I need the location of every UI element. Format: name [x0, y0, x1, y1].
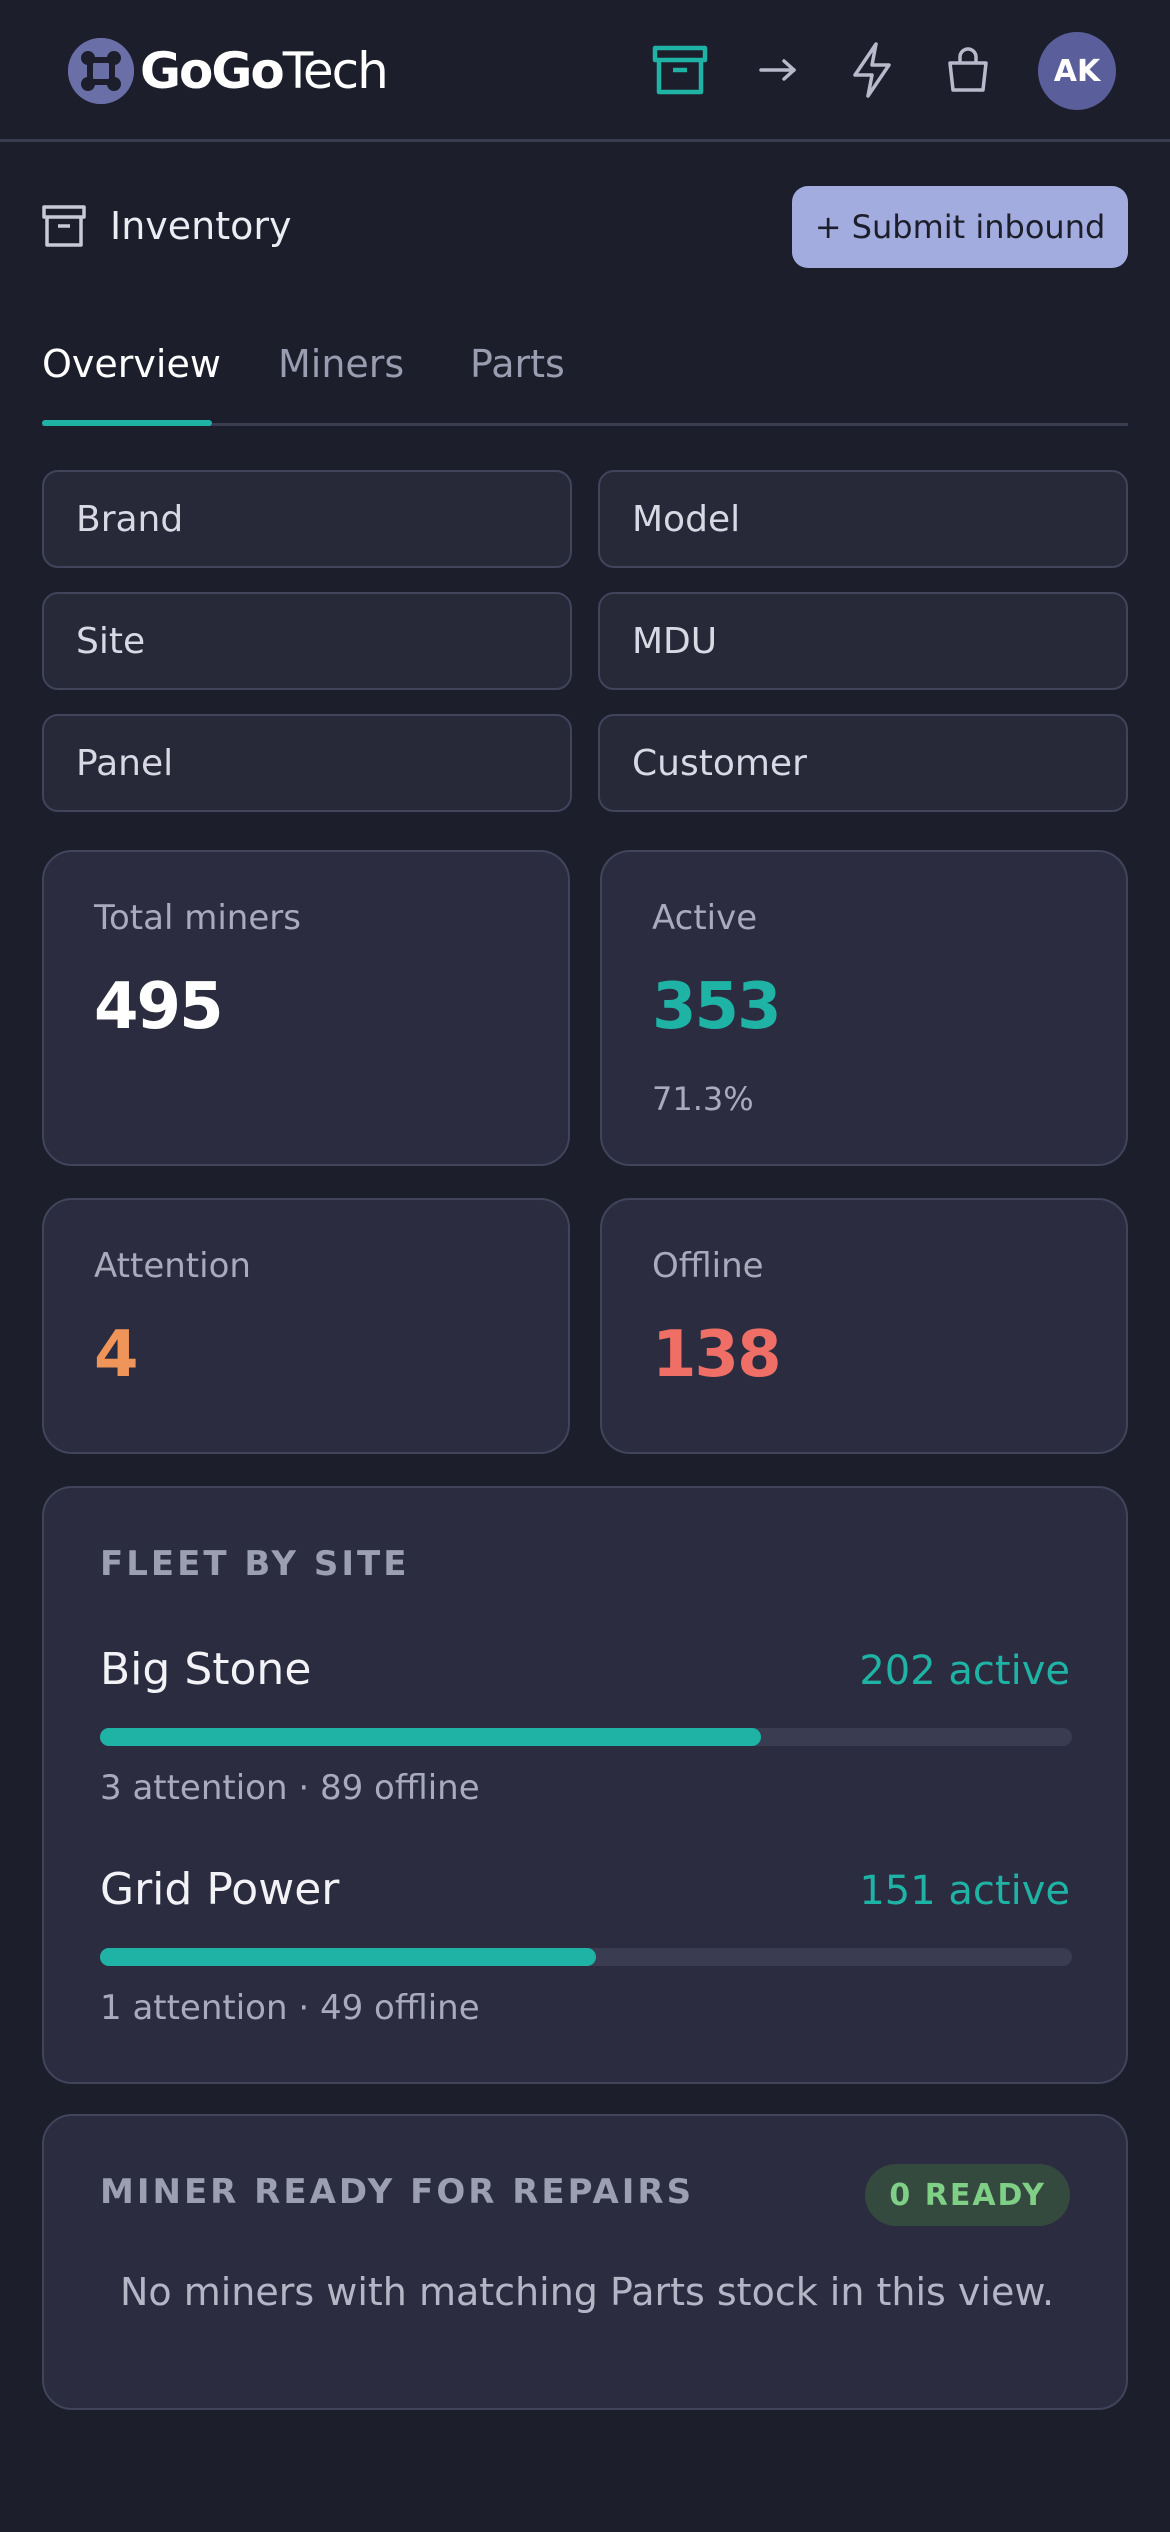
brand-name: GoGoTech: [140, 42, 389, 100]
site-name: Big Stone: [100, 1644, 312, 1695]
customer-filter[interactable]: Customer: [598, 714, 1128, 812]
site-status-summary: 1 attention · 49 offline: [100, 1988, 480, 2028]
empty-state-message: No miners with matching Parts stock in t…: [119, 2270, 1055, 2314]
stat-label: Active: [652, 898, 758, 938]
stat-label: Total miners: [94, 898, 301, 938]
top-navigation-bar: GoGoTech AK: [0, 0, 1170, 142]
site-progress-bar: [100, 1948, 1072, 1966]
stat-percentage: 71.3%: [652, 1080, 754, 1118]
archive-icon[interactable]: [650, 40, 710, 100]
ready-for-repairs-panel: MINER READY FOR REPAIRS 0 READY No miner…: [42, 2114, 1128, 2410]
fleet-logo-icon: [68, 38, 134, 104]
stat-value: 138: [652, 1318, 782, 1392]
brand-filter[interactable]: Brand: [42, 470, 572, 568]
site-active-count: 202 active: [859, 1648, 1070, 1694]
site-progress-bar: [100, 1728, 1072, 1746]
user-avatar[interactable]: AK: [1038, 32, 1116, 110]
offline-miners-card[interactable]: Offline 138: [600, 1198, 1128, 1454]
brand-logo[interactable]: GoGoTech: [68, 36, 389, 106]
archive-icon: [42, 204, 86, 248]
site-name: Grid Power: [100, 1864, 340, 1915]
page-title: Inventory: [110, 204, 292, 248]
attention-miners-card[interactable]: Attention 4: [42, 1198, 570, 1454]
active-miners-card[interactable]: Active 353 71.3%: [600, 850, 1128, 1166]
submit-inbound-button[interactable]: + Submit inbound: [792, 186, 1128, 268]
stat-label: Offline: [652, 1246, 764, 1286]
page-header: Inventory + Submit inbound: [42, 186, 1128, 268]
site-progress-fill: [100, 1948, 596, 1966]
shopping-bag-icon[interactable]: [938, 40, 998, 100]
tab-parts[interactable]: Parts: [470, 342, 565, 386]
stat-label: Attention: [94, 1246, 251, 1286]
tab-overview[interactable]: Overview: [42, 342, 221, 386]
stat-value: 495: [94, 970, 224, 1044]
tab-miners[interactable]: Miners: [278, 342, 404, 386]
lightning-icon[interactable]: [842, 40, 902, 100]
active-tab-indicator: [42, 420, 212, 426]
panel-filter[interactable]: Panel: [42, 714, 572, 812]
arrow-right-icon[interactable]: [748, 40, 808, 100]
site-filter[interactable]: Site: [42, 592, 572, 690]
panel-title: FLEET BY SITE: [100, 1544, 410, 1584]
total-miners-card[interactable]: Total miners 495: [42, 850, 570, 1166]
panel-title: MINER READY FOR REPAIRS: [100, 2172, 695, 2212]
site-status-summary: 3 attention · 89 offline: [100, 1768, 480, 1808]
mdu-filter[interactable]: MDU: [598, 592, 1128, 690]
ready-count-badge: 0 READY: [865, 2164, 1070, 2226]
stat-value: 353: [652, 970, 782, 1044]
stat-value: 4: [94, 1318, 139, 1392]
site-progress-fill: [100, 1728, 761, 1746]
model-filter[interactable]: Model: [598, 470, 1128, 568]
site-active-count: 151 active: [859, 1868, 1070, 1914]
tab-bar: Overview Miners Parts: [42, 330, 1128, 426]
fleet-by-site-panel: FLEET BY SITE Big Stone 202 active 3 att…: [42, 1486, 1128, 2084]
